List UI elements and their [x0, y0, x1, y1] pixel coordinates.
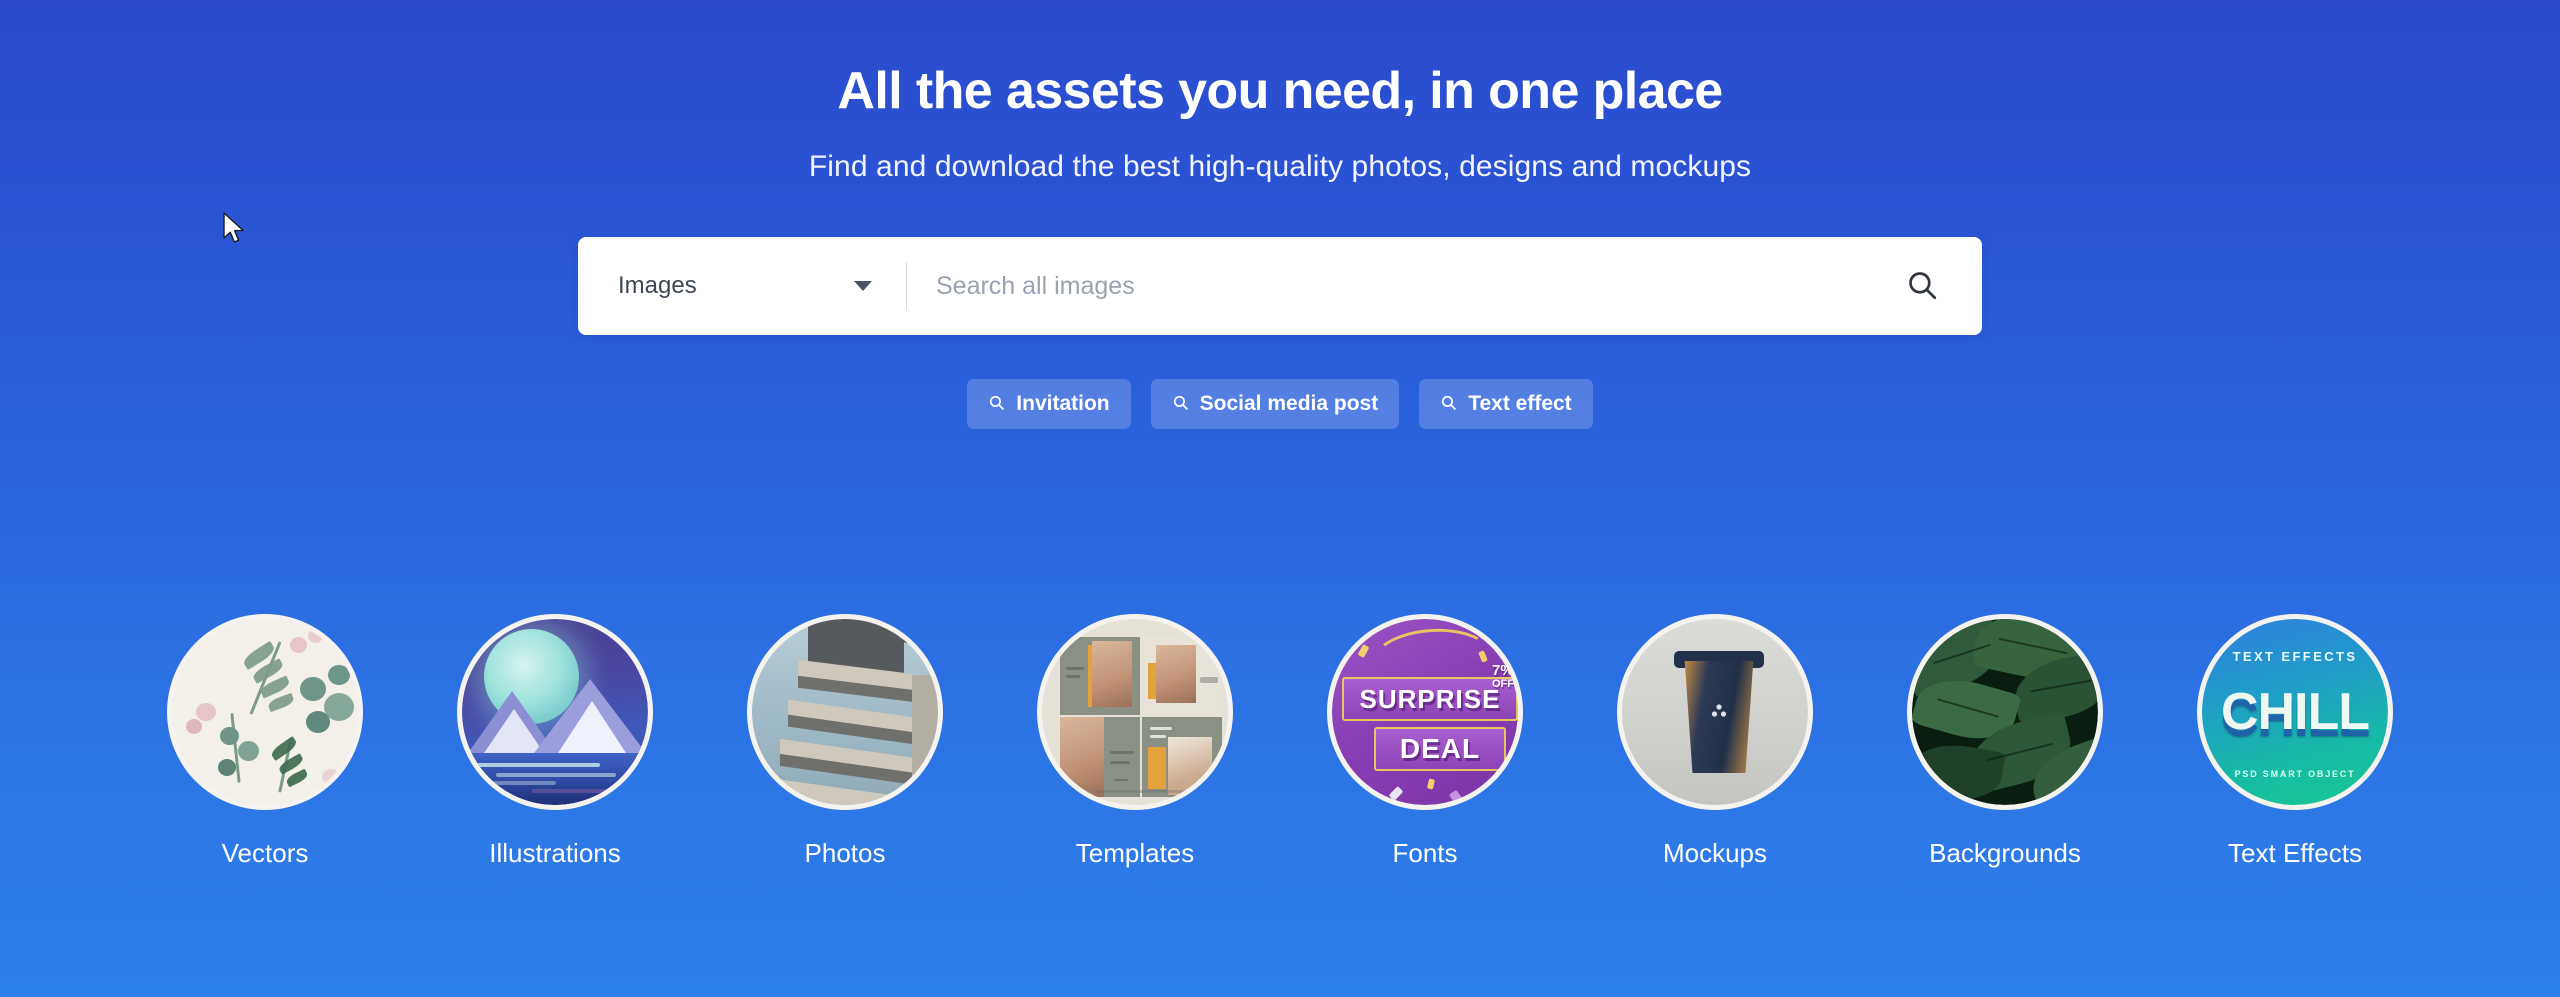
category-item-vectors[interactable]: Vectors [165, 614, 365, 869]
category-label: Templates [1075, 838, 1195, 868]
discount-off-label: OFF [1492, 677, 1514, 690]
search-submit-button[interactable] [1874, 237, 1982, 335]
category-label: Fonts [1392, 838, 1458, 868]
category-item-text-effects[interactable]: TEXT EFFECTS CHILL PSD SMART OBJECT Text… [2195, 614, 2395, 869]
fonts-thumb-line2: DEAL [1399, 733, 1481, 764]
category-item-illustrations[interactable]: Illustrations [455, 614, 655, 869]
category-thumbnail [1037, 614, 1233, 810]
fonts-thumb-line1: SURPRISE [1359, 683, 1501, 714]
category-thumbnail [457, 614, 653, 810]
quick-search-chips: Invitation Social media post Text effect [967, 379, 1593, 430]
page-title: All the assets you need, in one place [837, 62, 1723, 120]
chip-label: Invitation [1016, 392, 1110, 416]
page-subtitle: Find and download the best high-quality … [808, 150, 1752, 184]
category-label: Photos [804, 838, 886, 868]
category-item-backgrounds[interactable]: Backgrounds [1905, 614, 2105, 869]
text-effects-thumb-heading: TEXT EFFECTS [2232, 649, 2358, 664]
search-bar: Images [578, 237, 1982, 336]
hero-section: All the assets you need, in one place Fi… [0, 0, 2560, 430]
search-icon [988, 394, 1005, 414]
discount-percent: 7% [1492, 662, 1514, 679]
photos-artwork [752, 619, 938, 805]
category-item-photos[interactable]: Photos [745, 614, 945, 869]
fonts-artwork: SURPRISE DEAL 7% OFF [1332, 619, 1518, 805]
category-label: Vectors [221, 838, 309, 868]
category-list: Vectors Illustrations Photos Templates S… [0, 614, 2560, 869]
chip-label: Social media post [1199, 392, 1379, 416]
category-thumbnail [167, 614, 363, 810]
text-effects-artwork: TEXT EFFECTS CHILL PSD SMART OBJECT [2202, 619, 2388, 805]
text-effects-thumb-footer: PSD SMART OBJECT [2234, 769, 2356, 779]
quick-search-chip-invitation[interactable]: Invitation [967, 379, 1131, 430]
text-effects-thumb-word: CHILL [2220, 683, 2370, 741]
category-thumbnail: SURPRISE DEAL 7% OFF [1327, 614, 1523, 810]
category-thumbnail [1617, 614, 1813, 810]
search-icon [1905, 268, 1939, 305]
category-item-templates[interactable]: Templates [1035, 614, 1235, 869]
category-thumbnail [747, 614, 943, 810]
quick-search-chip-text-effect[interactable]: Text effect [1419, 379, 1593, 430]
mockups-artwork [1622, 619, 1808, 805]
search-icon [1440, 394, 1457, 414]
category-label: Mockups [1662, 838, 1768, 868]
category-item-fonts[interactable]: SURPRISE DEAL 7% OFF Fonts [1325, 614, 1525, 869]
vectors-artwork [172, 619, 358, 805]
category-thumbnail: TEXT EFFECTS CHILL PSD SMART OBJECT [2197, 614, 2393, 810]
search-type-dropdown[interactable]: Images [578, 237, 906, 335]
chip-label: Text effect [1468, 392, 1572, 416]
search-input[interactable] [907, 237, 1874, 336]
fonts-thumb-discount-badge: 7% OFF [1492, 663, 1514, 690]
illustrations-artwork [462, 619, 648, 805]
chevron-down-icon [854, 281, 872, 292]
category-label: Text Effects [2228, 838, 2362, 868]
templates-artwork [1042, 619, 1228, 805]
category-item-mockups[interactable]: Mockups [1615, 614, 1815, 869]
backgrounds-artwork [1912, 619, 2098, 805]
search-type-value: Images [618, 272, 697, 300]
category-thumbnail [1907, 614, 2103, 810]
category-label: Backgrounds [1929, 838, 2081, 868]
search-icon [1172, 394, 1189, 414]
quick-search-chip-social-media-post[interactable]: Social media post [1150, 379, 1400, 430]
category-label: Illustrations [489, 838, 621, 868]
cup-brand-logo [1700, 697, 1738, 727]
